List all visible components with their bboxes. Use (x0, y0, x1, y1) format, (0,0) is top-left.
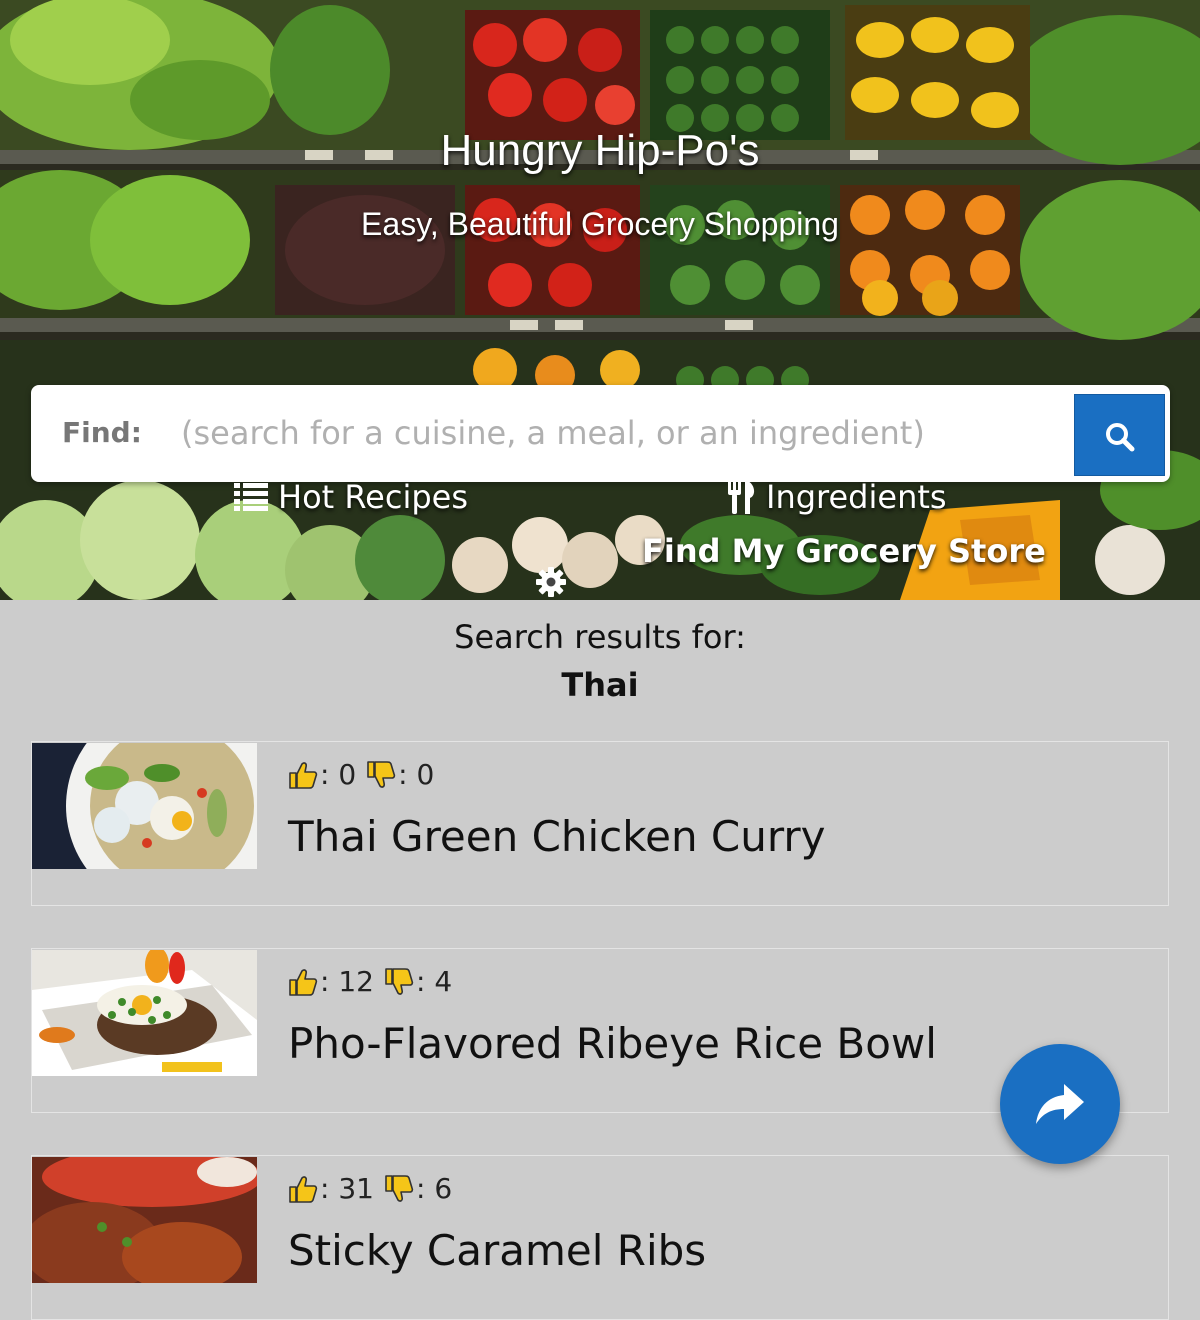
nav-find-grocery-store[interactable]: Find My Grocery Store (642, 532, 1046, 570)
nav-hot-recipes-label: Hot Recipes (278, 478, 468, 516)
results-query: Thai (561, 666, 639, 704)
recipe-votes: : 31 : 6 (288, 1172, 462, 1205)
nav-store-label: Find My Grocery Store (642, 532, 1046, 570)
recipe-votes: : 12 : 4 (288, 965, 462, 998)
dislikes-count: : 6 (415, 1172, 453, 1205)
produce-background-image (0, 0, 1200, 600)
app-title: Hungry Hip-Po's (440, 126, 760, 175)
search-button[interactable] (1074, 394, 1165, 476)
thumbs-up-icon[interactable] (288, 967, 318, 997)
search-icon (1106, 423, 1135, 452)
list-icon (234, 483, 268, 511)
nav-hot-recipes[interactable]: Hot Recipes (234, 478, 468, 516)
share-button[interactable] (1000, 1044, 1120, 1164)
likes-count: : 12 (320, 965, 374, 998)
dislikes-count: : 4 (415, 965, 453, 998)
recipe-card[interactable]: : 31 : 6 Sticky Caramel Ribs (31, 1155, 1169, 1320)
recipe-votes: : 0 : 0 (288, 758, 444, 791)
thumbs-up-icon[interactable] (288, 760, 318, 790)
thumbs-down-icon[interactable] (384, 967, 414, 997)
recipe-title[interactable]: Pho-Flavored Ribeye Rice Bowl (288, 1019, 937, 1068)
search-bar: Find: (31, 385, 1170, 482)
thumbs-down-icon[interactable] (366, 760, 396, 790)
search-label: Find: (62, 416, 142, 449)
thumbs-down-icon[interactable] (384, 1174, 414, 1204)
recipe-title[interactable]: Sticky Caramel Ribs (288, 1226, 706, 1275)
nav-ingredients[interactable]: Ingredients (728, 478, 947, 516)
gear-icon[interactable] (535, 566, 567, 598)
share-icon (1036, 1084, 1084, 1124)
recipe-thumbnail (32, 1157, 257, 1283)
thumbs-up-icon[interactable] (288, 1174, 318, 1204)
results-heading: Search results for: (454, 618, 746, 656)
likes-count: : 31 (320, 1172, 374, 1205)
hero-banner: Hungry Hip-Po's Easy, Beautiful Grocery … (0, 0, 1200, 600)
nav-ingredients-label: Ingredients (766, 478, 947, 516)
likes-count: : 0 (320, 758, 357, 791)
dislikes-count: : 0 (398, 758, 435, 791)
search-input[interactable] (171, 405, 1081, 461)
recipe-card[interactable]: : 0 : 0 Thai Green Chicken Curry (31, 741, 1169, 906)
utensils-icon (728, 480, 755, 514)
recipe-thumbnail (32, 743, 257, 869)
recipe-title[interactable]: Thai Green Chicken Curry (288, 812, 826, 861)
app-tagline: Easy, Beautiful Grocery Shopping (361, 206, 839, 242)
recipe-card[interactable]: : 12 : 4 Pho-Flavored Ribeye Rice Bowl (31, 948, 1169, 1113)
recipe-thumbnail (32, 950, 257, 1076)
